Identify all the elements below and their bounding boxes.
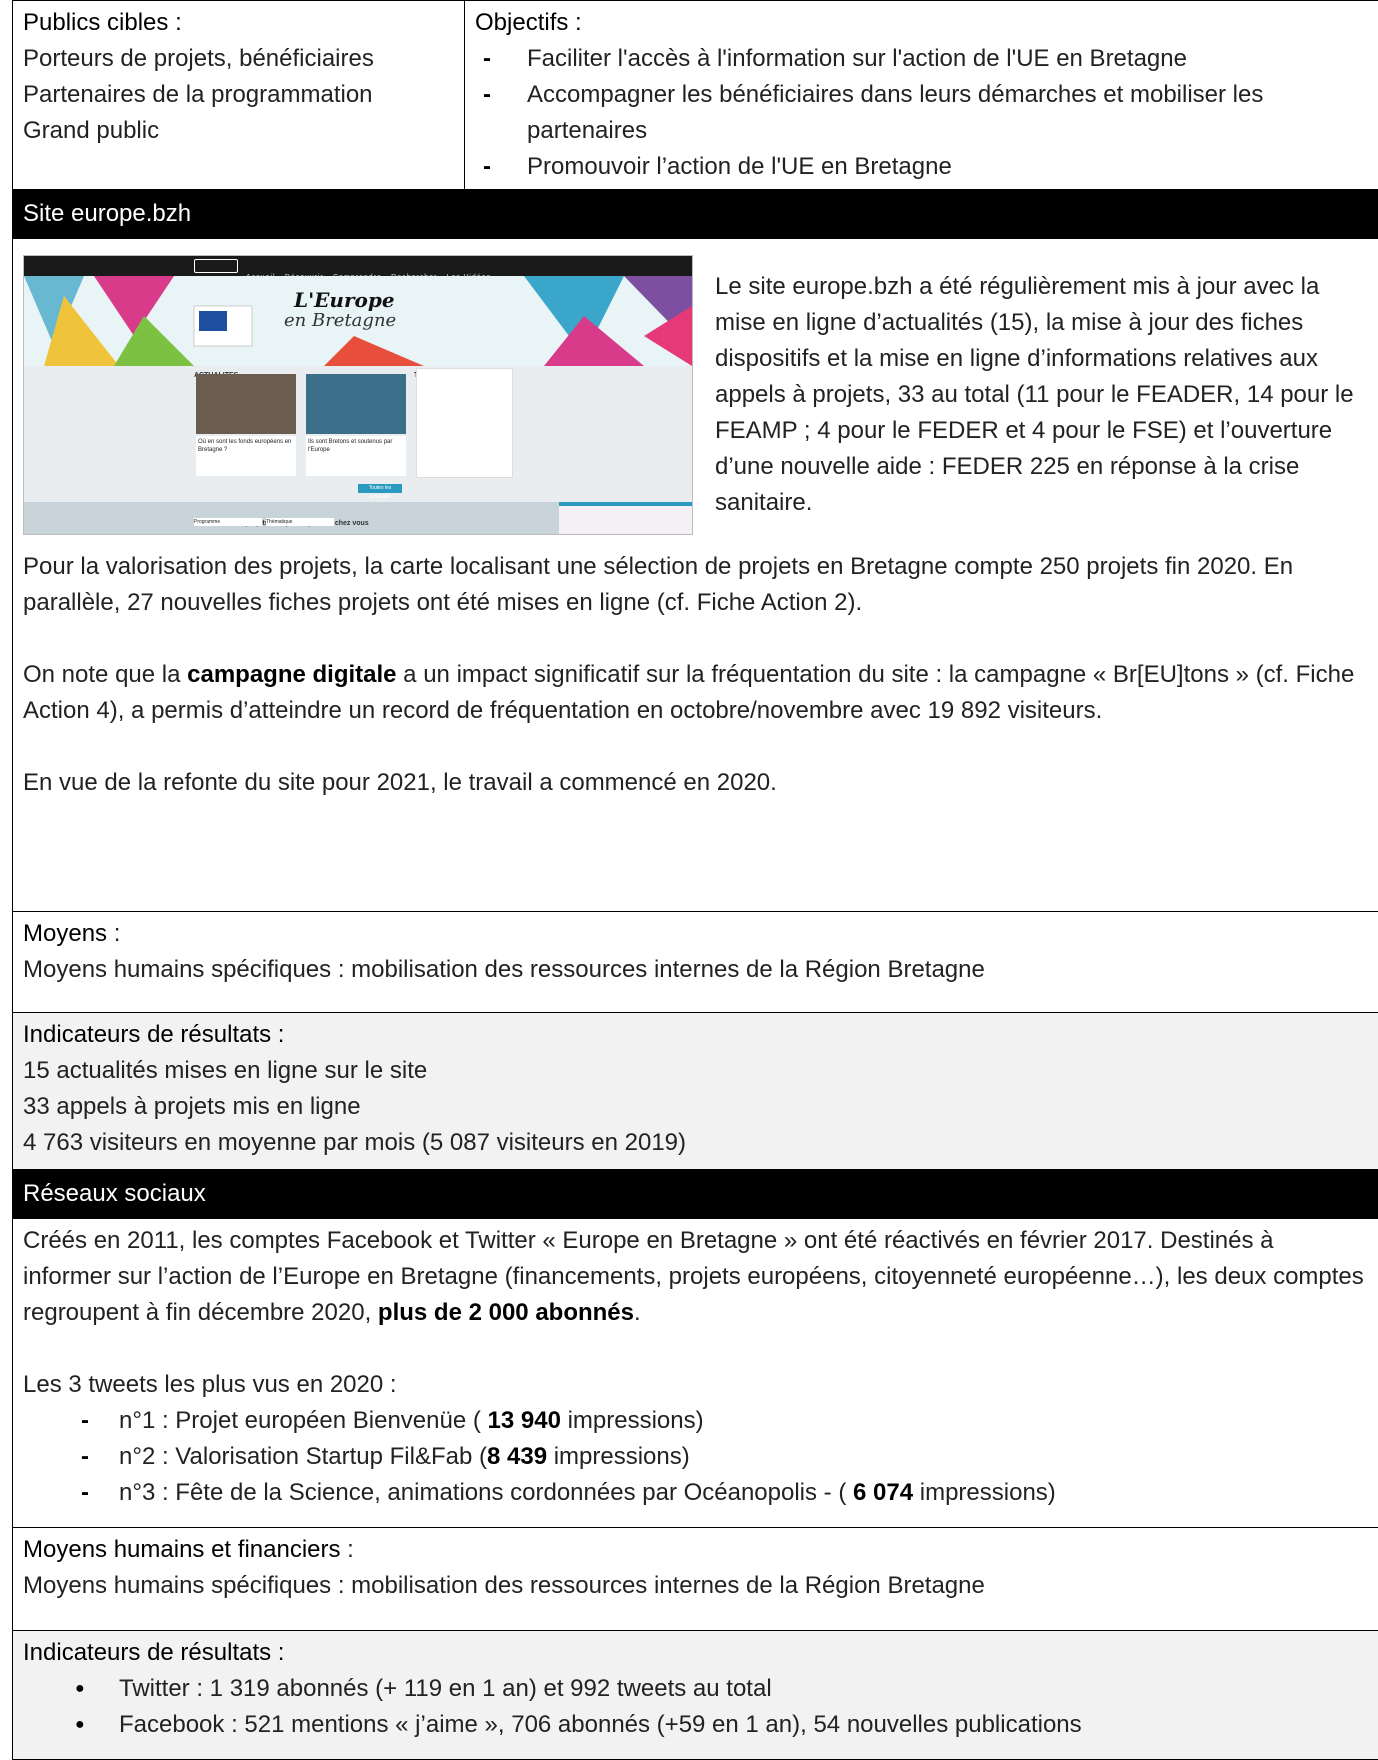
thematique-select[interactable]: Thématique [266, 518, 334, 526]
website-screenshot: Accueil · Découvrir · Comprendre · Reche… [23, 255, 693, 535]
indicateurs-cell: Indicateurs de résultats : 15 actualités… [12, 1012, 1378, 1170]
indicateurs2-list: Twitter : 1 319 abonnés (+ 119 en 1 an) … [23, 1671, 1368, 1743]
indicateurs-heading: Indicateurs de résultats : [23, 1021, 285, 1048]
indicateur-item: 15 actualités mises en ligne sur le site [23, 1057, 428, 1084]
indicateur-item: Twitter : 1 319 abonnés (+ 119 en 1 an) … [23, 1671, 1368, 1707]
reseaux-section-header: Réseaux sociaux [12, 1169, 1378, 1219]
map-decoration [559, 502, 692, 534]
website-logo [194, 259, 238, 273]
publics-cell: Publics cibles : Porteurs de projets, bé… [12, 0, 465, 190]
news-image [196, 374, 296, 434]
indicateurs-row: Indicateurs de résultats : 15 actualités… [12, 1012, 1378, 1170]
indicateur-item: Facebook : 521 mentions « j’aime », 706 … [23, 1707, 1368, 1743]
tweets-list: n°1 : Projet européen Bienvenüe ( 13 940… [23, 1403, 1368, 1511]
moyens-heading: Moyens [23, 920, 108, 947]
objectif-item: Accompagner les bénéficiaires dans leurs… [475, 77, 1368, 149]
reseaux-cell: Créés en 2011, les comptes Facebook et T… [12, 1218, 1378, 1528]
moyens-cell: Moyens : Moyens humains spécifiques : mo… [12, 911, 1378, 1013]
site-row: Accueil · Découvrir · Comprendre · Reche… [12, 238, 1378, 912]
indicateurs2-row: Indicateurs de résultats : Twitter : 1 3… [12, 1630, 1378, 1760]
news-card[interactable]: Où en sont les fonds européens en Bretag… [196, 436, 296, 476]
document-page: Publics cibles : Porteurs de projets, bé… [12, 0, 1378, 1760]
tweets-heading: Les 3 tweets les plus vus en 2020 : [23, 1371, 397, 1398]
banner-title: L'Europe [294, 288, 395, 312]
publics-item: Partenaires de la programmation [23, 81, 373, 108]
publics-heading: Publics cibles : [23, 9, 182, 36]
top-row: Publics cibles : Porteurs de projets, bé… [12, 0, 1378, 190]
moyens-text: Moyens humains spécifiques : mobilisatio… [23, 956, 985, 983]
reseaux-intro: Créés en 2011, les comptes Facebook et T… [23, 1227, 1364, 1326]
tweet-item: n°3 : Fête de la Science, animations cor… [23, 1475, 1368, 1511]
indicateur-item: 33 appels à projets mis en ligne [23, 1093, 361, 1120]
publics-item: Grand public [23, 117, 160, 144]
abonnes-emphasis: plus de 2 000 abonnés [377, 1299, 634, 1326]
moyens2-cell: Moyens humains et financiers : Moyens hu… [12, 1527, 1378, 1631]
moyens2-heading: Moyens humains et financiers [23, 1536, 341, 1563]
indicateurs2-cell: Indicateurs de résultats : Twitter : 1 3… [12, 1630, 1378, 1760]
site-section-header: Site europe.bzh [12, 189, 1378, 239]
objectif-item: Faciliter l'accès à l'information sur l'… [475, 41, 1368, 77]
moyens-row: Moyens : Moyens humains spécifiques : mo… [12, 911, 1378, 1013]
reseaux-row: Créés en 2011, les comptes Facebook et T… [12, 1218, 1378, 1528]
all-news-button[interactable]: Toutes les actualités [358, 484, 402, 500]
news-image [306, 374, 406, 434]
indicateur-item: 4 763 visiteurs en moyenne par mois (5 0… [23, 1129, 687, 1156]
site-paragraph: Pour la valorisation des projets, la car… [23, 553, 1294, 616]
campagne-digitale-emphasis: campagne digitale [187, 661, 397, 688]
document-table: Publics cibles : Porteurs de projets, bé… [12, 0, 1378, 1760]
moyens2-row: Moyens humains et financiers : Moyens hu… [12, 1527, 1378, 1631]
site-cell: Accueil · Découvrir · Comprendre · Reche… [12, 238, 1378, 912]
objectifs-list: Faciliter l'accès à l'information sur l'… [475, 41, 1368, 185]
publics-item: Porteurs de projets, bénéficiaires [23, 45, 374, 72]
site-description: Le site europe.bzh a été régulièrement m… [715, 273, 1354, 516]
programme-select[interactable]: Programme [194, 518, 262, 526]
objectifs-heading: Objectifs : [475, 9, 582, 36]
website-navbar: Accueil · Découvrir · Comprendre · Reche… [24, 256, 692, 283]
tweet-item: n°2 : Valorisation Startup Fil&Fab (8 43… [23, 1439, 1368, 1475]
tweet-item: n°1 : Projet européen Bienvenüe ( 13 940… [23, 1403, 1368, 1439]
site-paragraph: En vue de la refonte du site pour 2021, … [23, 769, 777, 796]
objectif-item: Promouvoir l’action de l'UE en Bretagne [475, 149, 1368, 185]
tweets-panel[interactable] [416, 368, 513, 478]
banner-subtitle: en Bretagne [284, 310, 397, 331]
site-intro: Accueil · Découvrir · Comprendre · Reche… [23, 255, 1368, 535]
moyens2-text: Moyens humains spécifiques : mobilisatio… [23, 1572, 985, 1599]
objectifs-cell: Objectifs : Faciliter l'accès à l'inform… [464, 0, 1378, 190]
news-card[interactable]: Ils sont Bretons et soutenus par l'Europ… [306, 436, 406, 476]
site-paragraph: On note que la campagne digitale a un im… [23, 661, 1355, 724]
indicateurs2-heading: Indicateurs de résultats : [23, 1639, 285, 1666]
